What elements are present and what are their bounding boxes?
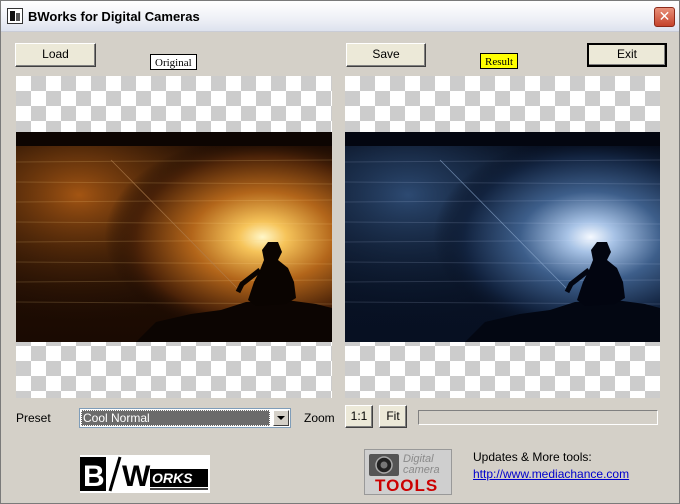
- load-button[interactable]: Load: [15, 43, 96, 67]
- updates-text: Updates & More tools:: [473, 450, 592, 464]
- svg-text:W: W: [122, 460, 151, 493]
- svg-text:B: B: [83, 460, 105, 493]
- close-icon: ✕: [658, 9, 671, 25]
- original-photo: [16, 132, 332, 342]
- zoom-label: Zoom: [304, 411, 335, 425]
- mediachance-link[interactable]: http://www.mediachance.com: [473, 467, 629, 481]
- zoom-fit-button[interactable]: Fit: [379, 405, 407, 428]
- app-window: BWorks for Digital Cameras ✕ Load Origin…: [0, 0, 680, 504]
- result-photo: [345, 132, 660, 342]
- save-button[interactable]: Save: [346, 43, 426, 67]
- svg-text:TOOLS: TOOLS: [375, 476, 438, 494]
- svg-text:ORKS: ORKS: [152, 470, 193, 486]
- svg-text:camera: camera: [403, 464, 440, 476]
- result-label: Result: [480, 53, 519, 69]
- bworks-logo: B W ORKS: [80, 455, 210, 493]
- window-title: BWorks for Digital Cameras: [28, 9, 200, 24]
- digital-camera-tools-logo: Digital camera TOOLS: [364, 449, 452, 495]
- original-label: Original: [150, 54, 197, 70]
- progress-bar: [418, 410, 658, 425]
- title-bar[interactable]: BWorks for Digital Cameras ✕: [1, 1, 679, 32]
- app-icon: [7, 8, 23, 24]
- exit-button[interactable]: Exit: [587, 43, 667, 67]
- close-button[interactable]: ✕: [654, 7, 675, 27]
- zoom-1to1-button[interactable]: 1:1: [345, 405, 373, 428]
- result-image-panel: [345, 76, 660, 398]
- chevron-down-icon[interactable]: [273, 410, 289, 426]
- original-image-panel: [16, 76, 332, 398]
- preset-label: Preset: [16, 411, 51, 425]
- preset-select-value: Cool Normal: [81, 410, 270, 426]
- preset-select[interactable]: Cool Normal: [79, 408, 291, 428]
